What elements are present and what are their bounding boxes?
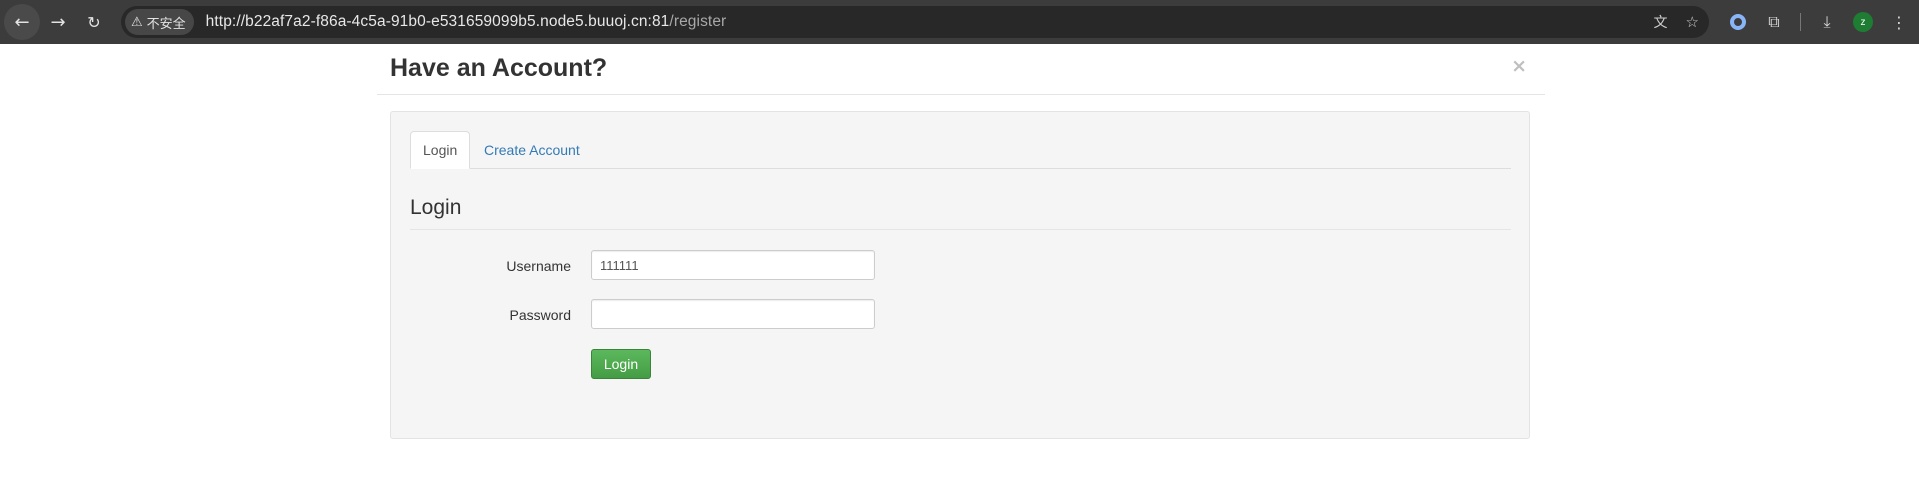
- avatar: z: [1853, 12, 1873, 32]
- warning-triangle-icon: ⚠: [131, 14, 143, 30]
- forward-button[interactable]: →: [40, 4, 76, 40]
- download-button[interactable]: ⤓: [1809, 4, 1845, 40]
- ring-icon: [1730, 14, 1746, 30]
- puzzle-icon: ⧉: [1768, 12, 1780, 31]
- star-icon[interactable]: ☆: [1686, 13, 1699, 31]
- browser-menu-button[interactable]: ⋮: [1881, 4, 1917, 40]
- reload-icon: ↻: [87, 12, 101, 32]
- address-bar[interactable]: ⚠ 不安全 http://b22af7a2-f86a-4c5a-91b0-e53…: [121, 6, 1709, 38]
- toolbar-divider: [1800, 13, 1801, 31]
- security-label: 不安全: [146, 15, 186, 31]
- back-button[interactable]: ←: [4, 4, 40, 40]
- modal-header: Have an Account? ×: [377, 46, 1545, 95]
- username-input[interactable]: [591, 250, 875, 280]
- url-host: http://b22af7a2-f86a-4c5a-91b0-e53165909…: [205, 13, 670, 30]
- tab-create-account[interactable]: Create Account: [471, 131, 593, 169]
- modal-title: Have an Account?: [390, 54, 608, 82]
- profile-button[interactable]: z: [1845, 4, 1881, 40]
- more-vertical-icon: ⋮: [1891, 12, 1907, 32]
- login-button[interactable]: Login: [591, 349, 651, 379]
- account-tabs: Login Create Account: [410, 131, 1511, 169]
- browser-toolbar: ← → ↻ ⚠ 不安全 http://b22af7a2-f86a-4c5a-91…: [0, 0, 1919, 44]
- browser-actions: ⧉ ⤓ z ⋮: [1720, 0, 1917, 44]
- url-text[interactable]: http://b22af7a2-f86a-4c5a-91b0-e53165909…: [206, 13, 727, 31]
- arrow-left-icon: ←: [14, 11, 30, 33]
- translate-icon[interactable]: 文: [1654, 12, 1668, 32]
- password-input[interactable]: [591, 299, 875, 329]
- security-chip[interactable]: ⚠ 不安全: [125, 9, 194, 35]
- url-path: /register: [669, 13, 727, 30]
- download-icon: ⤓: [1823, 12, 1831, 31]
- username-label: Username: [506, 258, 571, 274]
- arrow-right-icon: →: [50, 11, 66, 33]
- tab-login[interactable]: Login: [410, 131, 471, 169]
- login-panel: Login Create Account Login Username Pass…: [390, 111, 1530, 439]
- extension-ring-button[interactable]: [1720, 4, 1756, 40]
- close-icon[interactable]: ×: [1511, 55, 1527, 77]
- reload-button[interactable]: ↻: [76, 4, 112, 40]
- extensions-button[interactable]: ⧉: [1756, 4, 1792, 40]
- form-legend: Login: [410, 196, 1511, 230]
- password-label: Password: [509, 307, 571, 323]
